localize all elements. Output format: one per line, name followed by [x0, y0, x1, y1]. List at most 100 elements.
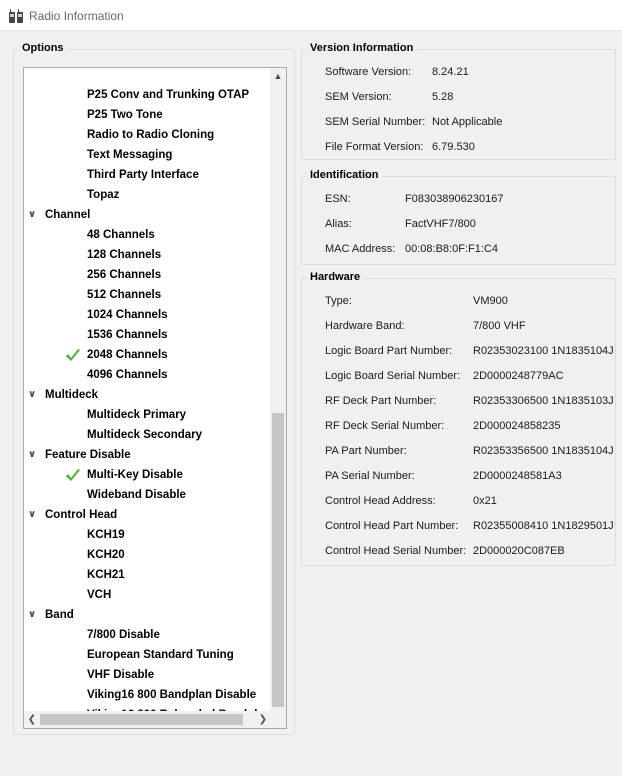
tree-option[interactable]: 256 Channels: [87, 265, 161, 285]
info-label: Hardware Band:: [325, 320, 405, 332]
tree-option[interactable]: 1536 Channels: [87, 325, 168, 345]
tree-item-label: Wideband Disable: [87, 489, 186, 501]
tree-item-label: Viking16 800 Bandplan Disable: [87, 689, 257, 701]
info-value: R02353023100 1N1835104J: [473, 345, 614, 357]
tree-item-label: 128 Channels: [87, 249, 162, 261]
info-value: 6.79.530: [432, 141, 475, 153]
tree-category[interactable]: ∨ Control Head: [28, 505, 118, 525]
info-label: Logic Board Part Number:: [325, 345, 453, 357]
tree-option[interactable]: KCH20: [87, 545, 125, 565]
horizontal-scroll-thumb[interactable]: [40, 714, 243, 725]
tree-option[interactable]: KCH19: [87, 525, 125, 545]
tree-item-label: VHF Disable: [87, 669, 155, 681]
tree-item-label: Radio to Radio Cloning: [87, 129, 215, 141]
tree-option[interactable]: KCH21: [87, 565, 125, 585]
tree-option[interactable]: Third Party Interface: [87, 165, 199, 185]
chevron-down-icon[interactable]: ∨: [28, 205, 40, 225]
info-label: PA Part Number:: [325, 445, 407, 457]
info-label: SEM Version:: [325, 91, 392, 103]
tree-option[interactable]: Radio to Radio Cloning: [87, 125, 214, 145]
tree-option[interactable]: 4096 Channels: [87, 365, 168, 385]
tree-option[interactable]: 128 Channels: [87, 245, 161, 265]
tree-category[interactable]: ∨ Band: [28, 605, 74, 625]
tree-option[interactable]: 7/800 Disable: [87, 625, 160, 645]
scrollbar-corner: [270, 711, 286, 728]
chevron-down-icon[interactable]: ∨: [28, 505, 40, 525]
info-label: Alias:: [325, 218, 352, 230]
version-info-group: Version Information Software Version: 8.2…: [301, 42, 616, 160]
info-value: 7/800 VHF: [473, 320, 526, 332]
info-value: R02353306500 1N1835103J: [473, 395, 614, 407]
options-tree[interactable]: P25 Conv and Trunking OTAP P25 Two Tone Ra…: [23, 67, 287, 729]
tree-item-label: 48 Channels: [87, 229, 155, 241]
tree-item-label: European Standard Tuning: [87, 649, 234, 661]
tree-item-label: Multi-Key Disable: [87, 469, 183, 481]
tree-option[interactable]: Viking16 800 Bandplan Disable: [87, 685, 256, 705]
info-label: File Format Version:: [325, 141, 424, 153]
vertical-scroll-thumb[interactable]: [272, 413, 284, 707]
tree-option[interactable]: P25 Two Tone: [87, 105, 163, 125]
info-value: 2D000020C087EB: [473, 545, 565, 557]
tree-option[interactable]: P25 Conv and Trunking OTAP: [87, 85, 249, 105]
tree-item-label: 256 Channels: [87, 269, 162, 281]
tree-option[interactable]: 1024 Channels: [87, 305, 168, 325]
info-value: F083038906230167: [405, 193, 504, 205]
window-title: Radio Information: [29, 9, 124, 23]
info-label: Software Version:: [325, 66, 412, 78]
scroll-left-arrow-icon[interactable]: ❮: [24, 711, 40, 728]
info-value: R02353356500 1N1835104J: [473, 445, 614, 457]
chevron-down-icon[interactable]: ∨: [28, 445, 40, 465]
tree-item-label: Topaz: [87, 189, 120, 201]
tree-category[interactable]: ∨ Feature Disable: [28, 445, 131, 465]
tree-option[interactable]: Multi-Key Disable: [66, 465, 183, 485]
info-value: 2D000024858235: [473, 420, 561, 432]
tree-option[interactable]: Wideband Disable: [87, 485, 186, 505]
horizontal-scrollbar[interactable]: ❮ ❯: [24, 711, 271, 728]
title-bar: Radio Information: [0, 0, 622, 31]
info-label: Control Head Serial Number:: [325, 545, 467, 557]
tree-item-label: Band: [45, 609, 74, 621]
tree-category[interactable]: ∨ Channel: [28, 205, 91, 225]
tree-option[interactable]: VCH: [87, 585, 111, 605]
checkmark-icon: [66, 469, 80, 481]
info-value: Not Applicable: [432, 116, 503, 128]
radio-icon: [9, 9, 23, 23]
vertical-scrollbar[interactable]: ▲: [270, 68, 286, 713]
info-value: R02355008410 1N1829501J: [473, 520, 614, 532]
tree-item-label: KCH19: [87, 529, 125, 541]
scroll-right-arrow-icon[interactable]: ❯: [255, 711, 271, 728]
info-label: Control Head Address:: [325, 495, 436, 507]
tree-option[interactable]: Multideck Secondary: [87, 425, 202, 445]
tree-item-label: Multideck Primary: [87, 409, 187, 421]
tree-item-label: Third Party Interface: [87, 169, 199, 181]
info-value: 5.28: [432, 91, 454, 103]
info-value: 2D0000248581A3: [473, 470, 562, 482]
info-value: 0x21: [473, 495, 497, 507]
tree-option[interactable]: 2048 Channels: [66, 345, 168, 365]
tree-item-label: 4096 Channels: [87, 369, 168, 381]
scroll-up-arrow-icon[interactable]: ▲: [270, 68, 286, 85]
info-label: ESN:: [325, 193, 351, 205]
info-label: Type:: [325, 295, 352, 307]
tree-item-label: Channel: [45, 209, 91, 221]
chevron-down-icon[interactable]: ∨: [28, 385, 40, 405]
tree-option[interactable]: 48 Channels: [87, 225, 155, 245]
tree-option[interactable]: VHF Disable: [87, 665, 154, 685]
tree-item-label: Feature Disable: [45, 449, 131, 461]
identification-title: Identification: [306, 169, 383, 181]
tree-option[interactable]: Multideck Primary: [87, 405, 186, 425]
tree-option[interactable]: European Standard Tuning: [87, 645, 234, 665]
version-info-title: Version Information: [306, 42, 418, 54]
chevron-down-icon[interactable]: ∨: [28, 605, 40, 625]
tree-option[interactable]: Topaz: [87, 185, 119, 205]
tree-item-label: 1536 Channels: [87, 329, 168, 341]
tree-item-label: Control Head: [45, 509, 118, 521]
tree-option[interactable]: 512 Channels: [87, 285, 161, 305]
info-label: PA Serial Number:: [325, 470, 415, 482]
checkmark-icon: [66, 349, 80, 361]
tree-option[interactable]: Text Messaging: [87, 145, 172, 165]
info-value: VM900: [473, 295, 508, 307]
tree-category[interactable]: ∨ Multideck: [28, 385, 98, 405]
info-label: Logic Board Serial Number:: [325, 370, 461, 382]
options-group: Options P25 Conv and Trunking OTAP P25 Tw…: [13, 42, 295, 735]
